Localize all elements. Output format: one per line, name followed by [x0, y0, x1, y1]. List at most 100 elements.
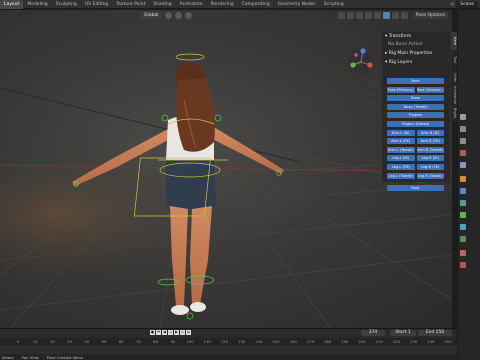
rig-layer-button[interactable]: Fingers — [387, 112, 444, 119]
rig-layer-button[interactable]: Fingers (Detail) — [387, 121, 444, 127]
orientation-dropdown[interactable]: Global — [140, 12, 163, 19]
viewport-header: Global Pose Options — [0, 10, 452, 21]
bone-properties-icon[interactable] — [460, 224, 466, 230]
rig-layer-button[interactable]: Arm.R (IK) — [416, 129, 444, 136]
viewport-header-right: Pose Options — [337, 12, 448, 19]
sidebar-panel: ▾ Transform No Bone Active ▸ Rig Main Pr… — [382, 32, 450, 192]
output-properties-icon[interactable] — [460, 138, 466, 144]
frame-tick: 110 — [203, 339, 211, 344]
bone-constraint-icon[interactable] — [460, 236, 466, 242]
rig-layers-section-header[interactable]: ▾ Rig Layers — [382, 58, 450, 67]
rig-layer-button[interactable]: Torso (Tweak) — [387, 103, 444, 110]
workspace-tab-scripting[interactable]: Scripting — [320, 0, 348, 9]
rig-layer-button[interactable]: Leg.L (FK) — [387, 164, 415, 170]
rig-layer-button[interactable]: Root — [387, 185, 444, 192]
rig-main-section-label: Rig Main Properties — [388, 51, 433, 56]
visibility-icon[interactable] — [337, 12, 345, 19]
status-context: Pose Context Menu — [46, 355, 84, 360]
end-frame-field[interactable]: End 250 — [418, 330, 452, 336]
play-icon[interactable]: ▶ — [174, 330, 179, 335]
start-frame-field[interactable]: Start 1 — [390, 330, 416, 336]
snap-icon[interactable] — [175, 12, 183, 19]
constraint-properties-icon[interactable] — [460, 200, 466, 206]
frame-tick: 200 — [358, 339, 366, 344]
scene-properties-icon[interactable] — [460, 150, 466, 156]
rig-layer-button[interactable]: Arm.R (Tweak) — [416, 146, 444, 153]
rig-layers-section-label: Rig Layers — [388, 60, 413, 65]
frame-ruler[interactable]: 0 10 20 30 40 50 60 70 80 90 100 110 120 130 140 150 160… — [0, 338, 457, 345]
workspace-tab-uv-editing[interactable]: UV Editing — [81, 0, 112, 9]
end-label: End — [425, 330, 435, 335]
rig-layer-button[interactable]: Face — [387, 78, 444, 84]
rig-layer-button[interactable]: Arm.R (FK) — [416, 138, 444, 145]
rig-layer-button[interactable]: Leg.L (IK) — [387, 155, 415, 162]
workspace-tab-sculpting[interactable]: Sculpting — [52, 0, 81, 9]
rig-layer-button[interactable]: Leg.R (IK) — [416, 155, 444, 162]
armature-data-icon[interactable] — [460, 212, 466, 218]
rendered-shading-icon[interactable] — [400, 12, 408, 19]
status-bar: Select Pan View Pose Context Menu — [0, 354, 457, 360]
keyframe-icon[interactable]: ● — [150, 330, 155, 335]
timeline-editor: ● ⏮ ◀ ◁ ▶ ▷ ⏭ 374 Start 1 End 250 0 10 20 3… — [0, 328, 457, 360]
prev-keyframe-icon[interactable]: ◀ — [162, 330, 167, 335]
status-pan: Pan View — [21, 355, 39, 360]
keyframe-track[interactable] — [0, 345, 457, 354]
solid-shading-icon[interactable] — [382, 12, 390, 19]
render-properties-icon[interactable] — [460, 126, 466, 132]
workspace-tab-modeling[interactable]: Modeling — [23, 0, 51, 9]
object-properties-icon[interactable] — [460, 176, 466, 182]
rig-layer-button[interactable]: Face (Primary) — [387, 86, 415, 93]
navigation-gizmo[interactable] — [349, 48, 373, 74]
workspace-tab-layout[interactable]: Layout — [0, 0, 24, 9]
scene-selector[interactable]: Scene — [456, 1, 478, 8]
frame-tick: 190 — [341, 339, 349, 344]
jump-end-icon[interactable]: ⏭ — [186, 330, 191, 335]
rig-layer-button[interactable]: Leg.R (Tweak) — [416, 172, 444, 179]
workspace-tab-rendering[interactable]: Rendering — [207, 0, 238, 9]
frame-tick: 40 — [84, 339, 90, 344]
material-properties-icon[interactable] — [460, 262, 466, 268]
workspace-tab-shading[interactable]: Shading — [149, 0, 175, 9]
frame-tick: 50 — [101, 339, 107, 344]
xray-icon[interactable] — [364, 12, 372, 19]
workspace-tab-animation[interactable]: Animation — [176, 0, 207, 9]
proportional-icon[interactable] — [185, 12, 193, 19]
rig-layer-button[interactable]: Face (Second... — [416, 86, 444, 93]
overlay-toggle-icon[interactable] — [355, 12, 363, 19]
world-properties-icon[interactable] — [460, 162, 466, 168]
rig-layer-button[interactable]: Arm.L (IK) — [387, 129, 415, 136]
transform-section-label: Transform — [388, 34, 412, 39]
texture-properties-icon[interactable] — [460, 250, 466, 256]
next-keyframe-icon[interactable]: ▷ — [180, 330, 185, 335]
current-frame-field[interactable]: 374 — [361, 330, 385, 336]
rig-layer-button[interactable]: Arm.L (FK) — [387, 138, 415, 145]
frame-tick: 170 — [306, 339, 315, 344]
material-shading-icon[interactable] — [391, 12, 399, 19]
gizmo-toggle-icon[interactable] — [346, 12, 354, 19]
workspace-tabs: Layout Modeling Sculpting UV Editing Texture… — [0, 0, 348, 9]
modifier-properties-icon[interactable] — [460, 188, 466, 194]
transform-section-header[interactable]: ▾ Transform — [382, 32, 450, 41]
wireframe-shading-icon[interactable] — [373, 12, 381, 19]
rig-main-section-header[interactable]: ▸ Rig Main Properties — [382, 49, 450, 58]
start-label: Start — [395, 330, 407, 335]
rig-layer-button[interactable]: Arm.L (Tweak) — [387, 146, 415, 153]
workspace-tab-geometry-nodes[interactable]: Geometry Nodes — [274, 0, 320, 9]
pivot-icon[interactable] — [165, 12, 173, 19]
frame-tick: 90 — [170, 339, 176, 344]
rig-layer-button[interactable]: Leg.L (Tweak) — [387, 172, 415, 179]
workspace-tab-compositing[interactable]: Compositing — [238, 0, 274, 9]
jump-start-icon[interactable]: ⏮ — [156, 330, 161, 335]
viewport-nav-buttons[interactable] — [368, 81, 375, 115]
tool-properties-icon[interactable] — [460, 114, 466, 120]
frame-tick: 150 — [272, 339, 280, 344]
pose-options-dropdown[interactable]: Pose Options — [412, 12, 448, 19]
workspace-tab-texture-paint[interactable]: Texture Paint — [112, 0, 149, 9]
scene-icon[interactable]: ◎ — [450, 2, 454, 7]
frame-tick: 220 — [392, 339, 401, 344]
play-reverse-icon[interactable]: ◁ — [168, 330, 173, 335]
rig-layer-button[interactable]: Leg.R (FK) — [416, 164, 444, 170]
end-value: 250 — [435, 330, 445, 335]
frame-tick: 160 — [289, 339, 297, 344]
rig-layer-button[interactable]: Torso — [387, 95, 444, 102]
